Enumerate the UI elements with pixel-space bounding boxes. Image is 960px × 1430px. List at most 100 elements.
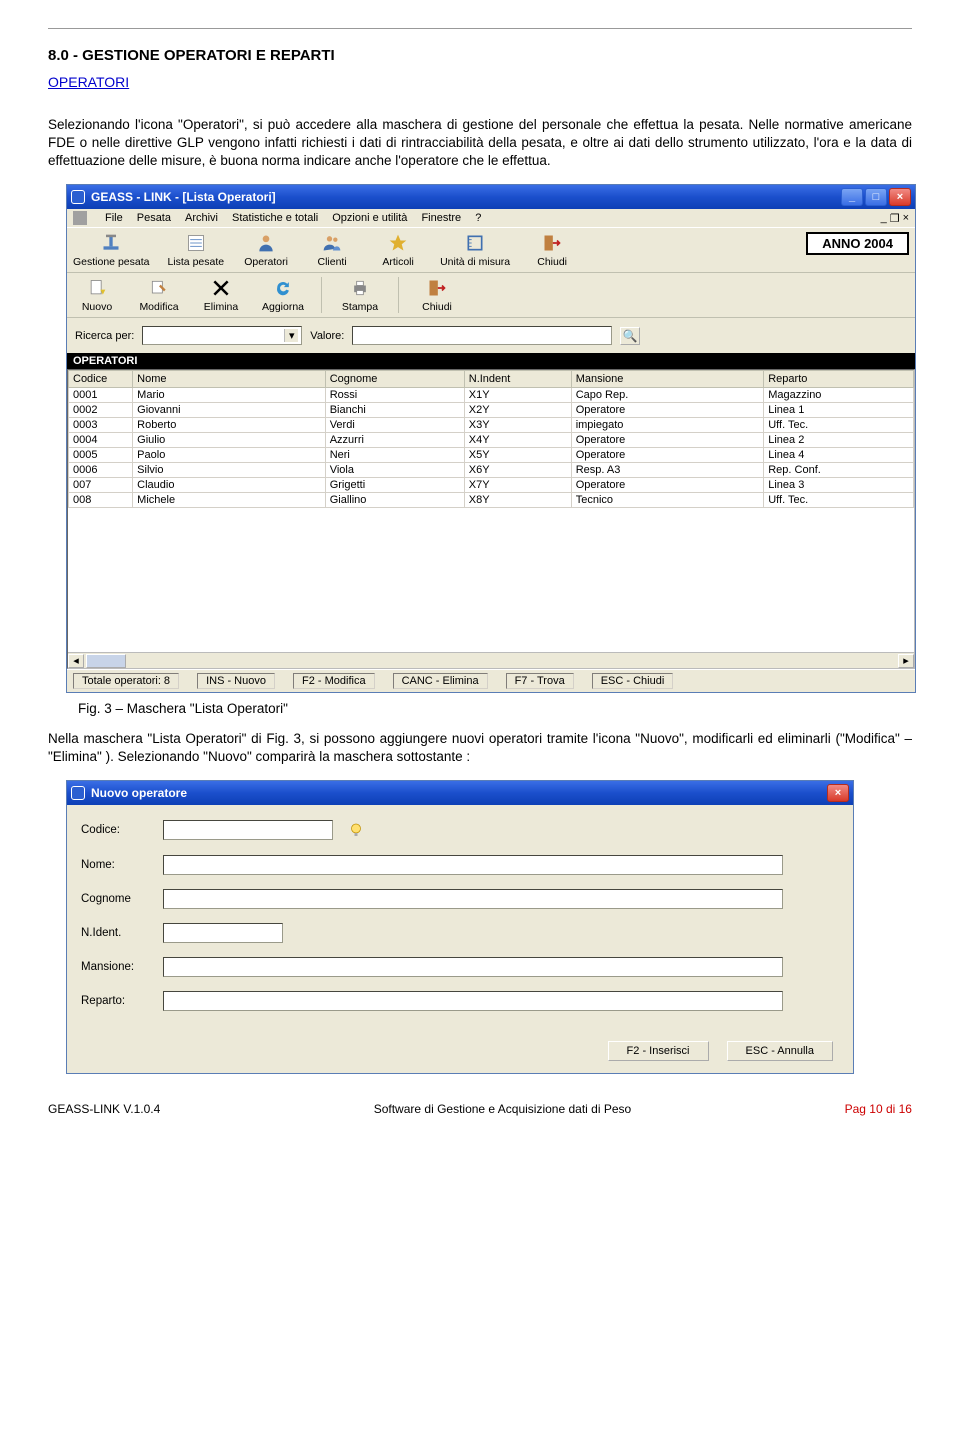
minimize-button[interactable]: _ [841,188,863,206]
table-cell: Operatore [571,403,764,418]
menu-help[interactable]: ? [475,212,481,224]
menu-opzioni[interactable]: Opzioni e utilità [332,212,407,224]
tool-operatori[interactable]: Operatori [242,232,290,268]
tool-aggiorna[interactable]: Aggiorna [259,277,307,313]
text-input[interactable] [163,820,333,840]
paragraph-2: Nella maschera "Lista Operatori" di Fig.… [48,730,912,766]
cancel-button[interactable]: ESC - Annulla [727,1041,833,1061]
status-bar: Totale operatori: 8INS - NuovoF2 - Modif… [67,669,915,692]
new-icon [83,277,111,299]
exit-icon [423,277,451,299]
scroll-thumb[interactable] [86,654,126,668]
form-row: Codice: [81,819,839,841]
close-button[interactable]: × [889,188,911,206]
text-input[interactable] [163,855,783,875]
status-cell: ESC - Chiudi [592,673,674,689]
text-input[interactable] [163,923,283,943]
table-cell: Giallino [325,493,464,508]
search-row: Ricerca per: ▾ Valore: 🔍 [67,318,915,353]
text-input[interactable] [163,957,783,977]
mdi-restore[interactable]: ❐ [890,212,900,225]
menu-finestre[interactable]: Finestre [421,212,461,224]
tool-articoli[interactable]: Articoli [374,232,422,268]
mdi-close[interactable]: × [903,212,909,225]
tool-nuovo[interactable]: Nuovo [73,277,121,313]
footer-right: Pag 10 di 16 [845,1102,912,1116]
status-cell: INS - Nuovo [197,673,275,689]
field-label: Cognome [81,893,153,905]
table-cell: Operatore [571,448,764,463]
table-row[interactable]: 0005PaoloNeriX5YOperatoreLinea 4 [69,448,914,463]
menu-pesata[interactable]: Pesata [137,212,171,224]
tool-lista-pesate[interactable]: Lista pesate [167,232,224,268]
status-cell: Totale operatori: 8 [73,673,179,689]
table-cell: Operatore [571,433,764,448]
table-cell: 0003 [69,418,133,433]
table-row[interactable]: 0003RobertoVerdiX3YimpiegatoUff. Tec. [69,418,914,433]
table-cell: Rep. Conf. [764,463,914,478]
column-header[interactable]: Nome [133,371,326,388]
ruler-icon [461,232,489,254]
field-label: Reparto: [81,995,153,1007]
table-cell: 007 [69,478,133,493]
scroll-right-icon[interactable]: ▸ [898,654,914,668]
people-icon [318,232,346,254]
menu-archivi[interactable]: Archivi [185,212,218,224]
lightbulb-icon[interactable] [343,819,369,841]
tool-elimina[interactable]: Elimina [197,277,245,313]
valore-input[interactable] [352,326,612,345]
table-cell: Linea 2 [764,433,914,448]
tool-modifica[interactable]: Modifica [135,277,183,313]
tool-clienti[interactable]: Clienti [308,232,356,268]
table-cell: X4Y [464,433,571,448]
table-cell: impiegato [571,418,764,433]
operatori-link[interactable]: OPERATORI [48,74,129,90]
close-button[interactable]: × [827,784,849,802]
table-cell: X7Y [464,478,571,493]
tool-stampa[interactable]: Stampa [336,277,384,313]
table-cell: Rossi [325,388,464,403]
column-header[interactable]: Cognome [325,371,464,388]
table-row[interactable]: 0006SilvioViolaX6YResp. A3Rep. Conf. [69,463,914,478]
window-title: GEASS - LINK - [Lista Operatori] [91,190,841,204]
person-icon [252,232,280,254]
maximize-button[interactable]: □ [865,188,887,206]
paragraph-1: Selezionando l'icona "Operatori", si può… [48,116,912,171]
toolbar-sub: Nuovo Modifica Elimina Aggiorna Stampa [67,273,915,318]
menu-file[interactable]: File [105,212,123,224]
table-row[interactable]: 007ClaudioGrigettiX7YOperatoreLinea 3 [69,478,914,493]
table-cell: Neri [325,448,464,463]
table-cell: Tecnico [571,493,764,508]
list-icon [182,232,210,254]
tool-chiudi[interactable]: Chiudi [528,232,576,268]
toolbar-main: Gestione pesata Lista pesate Operatori C… [67,227,915,273]
app-window-lista-operatori: GEASS - LINK - [Lista Operatori] _ □ × F… [66,184,916,693]
tool-gestione-pesata[interactable]: Gestione pesata [73,232,149,268]
column-header[interactable]: N.Indent [464,371,571,388]
table-row[interactable]: 008MicheleGiallinoX8YTecnicoUff. Tec. [69,493,914,508]
horizontal-scrollbar[interactable]: ◂ ▸ [68,652,914,668]
field-label: N.Ident. [81,927,153,939]
column-header[interactable]: Codice [69,371,133,388]
tool-chiudi-sub[interactable]: Chiudi [413,277,461,313]
insert-button[interactable]: F2 - Inserisci [608,1041,709,1061]
table-row[interactable]: 0001MarioRossiX1YCapo Rep.Magazzino [69,388,914,403]
search-combo[interactable]: ▾ [142,326,302,345]
delete-icon [207,277,235,299]
table-row[interactable]: 0004GiulioAzzurriX4YOperatoreLinea 2 [69,433,914,448]
column-header[interactable]: Reparto [764,371,914,388]
column-header[interactable]: Mansione [571,371,764,388]
text-input[interactable] [163,889,783,909]
dialog-title: Nuovo operatore [91,786,827,800]
table-cell: Giovanni [133,403,326,418]
menu-statistiche[interactable]: Statistiche e totali [232,212,318,224]
mdi-minimize[interactable]: _ [881,212,887,225]
find-button[interactable]: 🔍 [620,327,640,345]
scroll-left-icon[interactable]: ◂ [68,654,84,668]
status-cell: F7 - Trova [506,673,574,689]
text-input[interactable] [163,991,783,1011]
table-row[interactable]: 0002GiovanniBianchiX2YOperatoreLinea 1 [69,403,914,418]
table-cell: Giulio [133,433,326,448]
table-cell: Verdi [325,418,464,433]
tool-unita-misura[interactable]: Unità di misura [440,232,510,268]
